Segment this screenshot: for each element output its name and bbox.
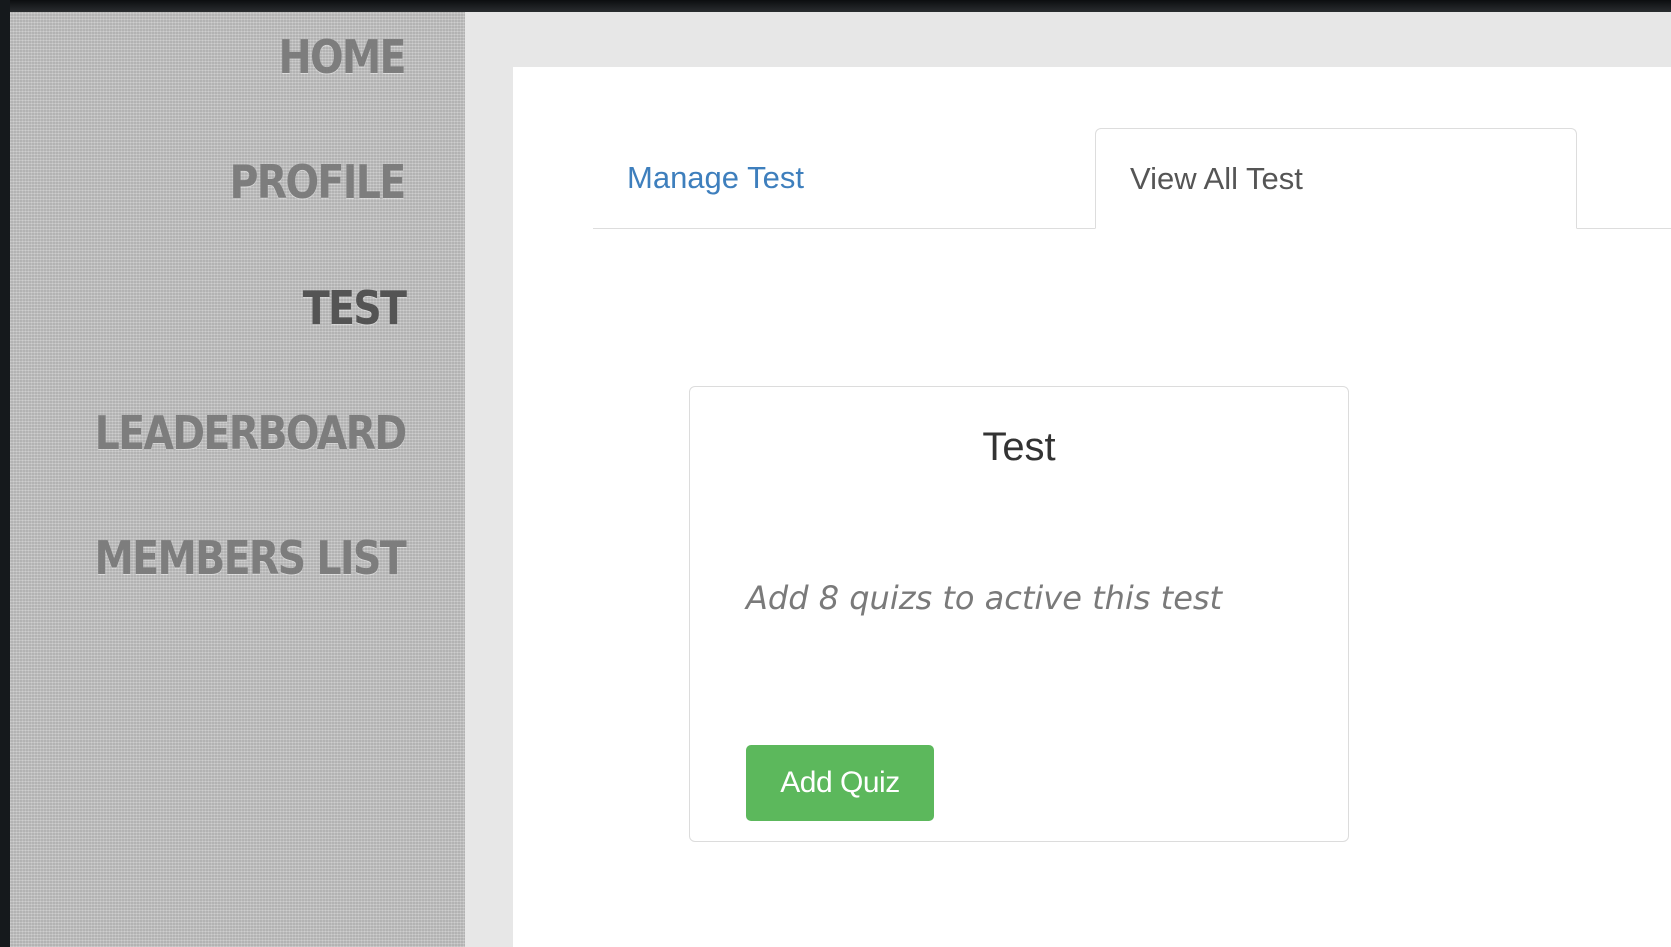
- tab-bar: Manage Test View All Test: [593, 128, 1671, 229]
- tab-view-all-test[interactable]: View All Test: [1095, 128, 1577, 229]
- sidebar-item-profile[interactable]: PROFILE: [230, 159, 407, 205]
- main-panel: Manage Test View All Test Test Add 8 qui…: [513, 67, 1671, 947]
- window-left-edge: [0, 0, 10, 947]
- sidebar-item-members-list[interactable]: MEMBERS LIST: [95, 535, 407, 581]
- sidebar-item-home[interactable]: HOME: [279, 34, 407, 80]
- sidebar-item-test[interactable]: TEST: [302, 285, 406, 331]
- sidebar-item-leaderboard[interactable]: LEADERBOARD: [94, 410, 407, 456]
- window-top-edge: [0, 0, 1671, 12]
- test-card-description: Add 8 quizs to active this test: [746, 579, 1223, 617]
- test-card: Test Add 8 quizs to active this test Add…: [689, 386, 1349, 842]
- tab-manage-test[interactable]: Manage Test: [593, 128, 1093, 228]
- add-quiz-button[interactable]: Add Quiz: [746, 745, 934, 821]
- test-card-title: Test: [982, 425, 1056, 469]
- sidebar-nav: HOME PROFILE TEST LEADERBOARD MEMBERS LI…: [10, 12, 465, 947]
